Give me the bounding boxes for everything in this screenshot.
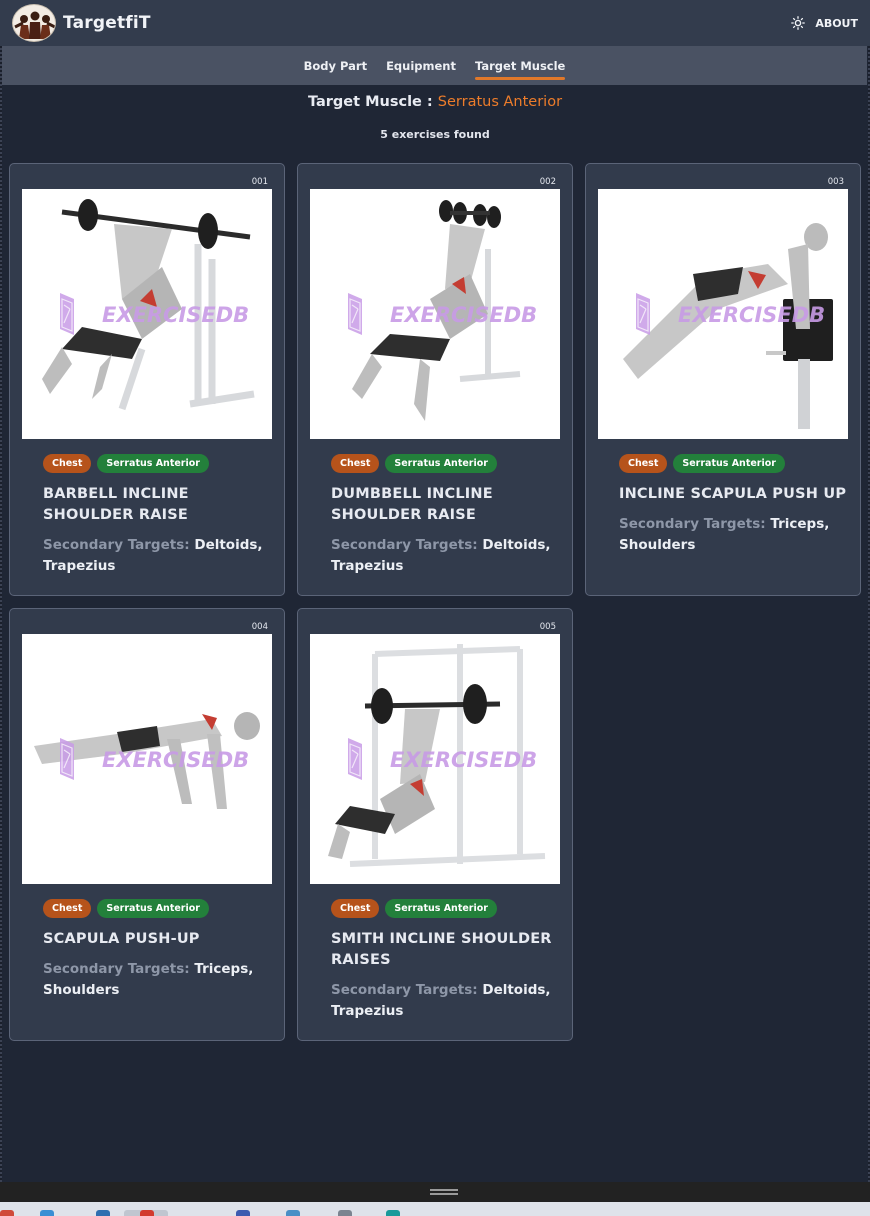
body-part-badge[interactable]: Chest xyxy=(331,454,380,473)
results-count: 5 exercises found xyxy=(380,128,490,141)
page-title-value: Serratus Anterior xyxy=(437,94,563,110)
target-badge[interactable]: Serratus Anterior xyxy=(673,454,785,473)
badge-group: Chest Serratus Anterior xyxy=(331,454,497,473)
category-nav: Body Part Equipment Target Muscle xyxy=(2,46,867,85)
secondary-targets: Secondary Targets: Triceps, Shoulders xyxy=(43,959,268,1001)
exercise-card[interactable]: 002 EXERCISEDB Chest Serratus Anterior D… xyxy=(297,163,573,596)
body-part-badge[interactable]: Chest xyxy=(619,454,668,473)
secondary-targets: Secondary Targets: Deltoids, Trapezius xyxy=(43,535,268,577)
barbell-incline-illustration[interactable]: EXERCISEDB xyxy=(22,189,272,439)
window-edge-left xyxy=(0,0,2,1184)
exercise-id: 002 xyxy=(539,177,556,187)
secondary-label: Secondary Targets: xyxy=(331,537,478,553)
about-link[interactable]: ABOUT xyxy=(791,16,858,30)
target-badge[interactable]: Serratus Anterior xyxy=(97,899,209,918)
tab-equipment[interactable]: Equipment xyxy=(386,53,456,78)
watermark-text: EXERCISEDB xyxy=(678,303,825,327)
exercise-card[interactable]: 001 EXERCISEDB Chest Serratus Anterior B… xyxy=(9,163,285,596)
target-badge[interactable]: Serratus Anterior xyxy=(385,454,497,473)
exercise-id: 004 xyxy=(251,622,268,632)
taskbar-app-icon[interactable] xyxy=(96,1210,110,1216)
watermark-text: EXERCISEDB xyxy=(390,748,537,772)
dumbbell-incline-illustration[interactable]: EXERCISEDB xyxy=(310,189,560,439)
about-label[interactable]: ABOUT xyxy=(815,17,858,30)
badge-group: Chest Serratus Anterior xyxy=(43,454,209,473)
badge-group: Chest Serratus Anterior xyxy=(43,899,209,918)
secondary-label: Secondary Targets: xyxy=(43,537,190,553)
target-badge[interactable]: Serratus Anterior xyxy=(97,454,209,473)
drag-handle-icon[interactable] xyxy=(430,1189,458,1195)
body-part-badge[interactable]: Chest xyxy=(43,454,92,473)
secondary-targets: Secondary Targets: Deltoids, Trapezius xyxy=(331,535,556,577)
sun-icon[interactable] xyxy=(791,16,806,30)
exercise-title: BARBELL INCLINE SHOULDER RAISE xyxy=(43,486,189,523)
secondary-label: Secondary Targets: xyxy=(619,516,766,532)
taskbar-app-icon[interactable] xyxy=(140,1210,154,1216)
secondary-label: Secondary Targets: xyxy=(331,982,478,998)
exercise-title: INCLINE SCAPULA PUSH UP xyxy=(619,486,847,502)
top-bar: TargetfiT ABOUT xyxy=(0,0,870,46)
watermark-text: EXERCISEDB xyxy=(102,748,249,772)
taskbar-app-icon[interactable] xyxy=(236,1210,250,1216)
exercise-id: 001 xyxy=(251,177,268,187)
watermark-text: EXERCISEDB xyxy=(102,303,249,327)
incline-pushup-illustration[interactable]: EXERCISEDB xyxy=(598,189,848,439)
taskbar-app-icon[interactable] xyxy=(40,1210,54,1216)
page-title-prefix: Target Muscle : xyxy=(307,94,438,110)
exercise-id: 003 xyxy=(827,177,844,187)
tab-target-muscle[interactable]: Target Muscle xyxy=(475,53,566,80)
exercise-card[interactable]: 005 EXERCISEDB Chest Serratus Anterior S… xyxy=(297,608,573,1041)
exercise-title: SCAPULA PUSH-UP xyxy=(43,931,200,947)
exercise-card[interactable]: 003 EXERCISEDB Chest Serratus Anterior I… xyxy=(585,163,861,596)
exercise-title: SMITH INCLINE SHOULDER RAISES xyxy=(331,931,552,968)
badge-group: Chest Serratus Anterior xyxy=(331,899,497,918)
badge-group: Chest Serratus Anterior xyxy=(619,454,785,473)
target-badge[interactable]: Serratus Anterior xyxy=(385,899,497,918)
body-part-badge[interactable]: Chest xyxy=(331,899,380,918)
brand[interactable]: TargetfiT xyxy=(12,4,151,42)
tab-body-part[interactable]: Body Part xyxy=(304,53,367,78)
secondary-targets: Secondary Targets: Triceps, Shoulders xyxy=(619,514,844,556)
scapula-pushup-illustration[interactable]: EXERCISEDB xyxy=(22,634,272,884)
smith-incline-illustration[interactable]: EXERCISEDB xyxy=(310,634,560,884)
watermark-text: EXERCISEDB xyxy=(390,303,537,327)
exercise-title: DUMBBELL INCLINE SHOULDER RAISE xyxy=(331,486,493,523)
app-name: TargetfiT xyxy=(63,13,151,33)
secondary-targets: Secondary Targets: Deltoids, Trapezius xyxy=(331,980,556,1022)
taskbar-app-icon[interactable] xyxy=(386,1210,400,1216)
exercise-id: 005 xyxy=(539,622,556,632)
taskbar-app-icon[interactable] xyxy=(286,1210,300,1216)
taskbar-app-icon[interactable] xyxy=(338,1210,352,1216)
body-part-badge[interactable]: Chest xyxy=(43,899,92,918)
secondary-label: Secondary Targets: xyxy=(43,961,190,977)
taskbar-app-icon[interactable] xyxy=(0,1210,14,1216)
fitness-group-logo-icon[interactable] xyxy=(12,4,56,42)
exercise-card[interactable]: 004 EXERCISEDB Chest Serratus Anterior S… xyxy=(9,608,285,1041)
page-title: Target Muscle : Serratus Anterior xyxy=(0,94,870,110)
